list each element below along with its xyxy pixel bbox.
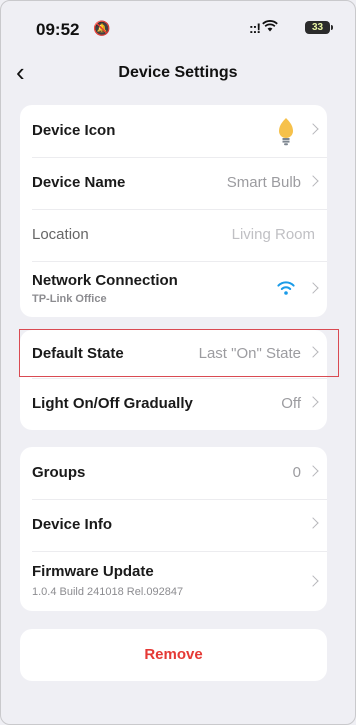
chevron-right-icon: [307, 396, 319, 408]
light-gradual-value: Off: [281, 395, 301, 412]
chevron-right-icon: [307, 575, 319, 587]
groups-value: 0: [292, 464, 301, 481]
device-info-label: Device Info: [32, 516, 113, 533]
battery-indicator: 33: [305, 21, 333, 34]
chevron-right-icon: [307, 465, 319, 477]
page-title: Device Settings: [118, 64, 238, 81]
cellular-signal-icon: ::!: [249, 20, 261, 36]
light-gradual-label: Light On/Off Gradually: [32, 395, 193, 412]
device-info-row[interactable]: Device Info: [20, 499, 327, 551]
bulb-icon: [277, 117, 295, 147]
device-info-card: Groups 0 Device Info Firmware Update 1.0…: [20, 447, 327, 611]
status-bar: 09:52 🔕 ::! 33: [1, 1, 355, 41]
device-basic-settings-card: Device Icon Device Name Smart Bulb Locat…: [20, 105, 327, 317]
navigation-header: ‹ Device Settings: [1, 57, 355, 91]
device-name-label: Device Name: [32, 174, 126, 191]
location-row: Location Living Room: [20, 209, 327, 261]
phone-screen: 09:52 🔕 ::! 33 ‹ Device Settings Device …: [0, 0, 356, 725]
chevron-right-icon: [307, 123, 319, 135]
groups-row[interactable]: Groups 0: [20, 447, 327, 499]
mute-bell-icon: 🔕: [93, 20, 111, 36]
chevron-right-icon: [307, 282, 319, 294]
firmware-update-row[interactable]: Firmware Update 1.0.4 Build 241018 Rel.0…: [20, 551, 327, 611]
status-time: 09:52: [36, 20, 80, 39]
remove-button[interactable]: Remove: [20, 629, 327, 681]
wifi-icon: [275, 279, 297, 295]
light-gradual-row[interactable]: Light On/Off Gradually Off: [20, 378, 327, 430]
network-connection-label: Network Connection: [32, 272, 178, 289]
location-label: Location: [32, 226, 89, 243]
wifi-status-icon: [262, 19, 278, 37]
device-name-row[interactable]: Device Name Smart Bulb: [20, 157, 327, 209]
location-value: Living Room: [231, 226, 315, 243]
device-icon-row[interactable]: Device Icon: [20, 105, 327, 157]
chevron-right-icon: [307, 175, 319, 187]
network-name: TP-Link Office: [32, 293, 107, 305]
device-name-value: Smart Bulb: [226, 174, 301, 191]
firmware-version: 1.0.4 Build 241018 Rel.092847: [32, 586, 184, 598]
firmware-update-label: Firmware Update: [32, 563, 154, 580]
selection-highlight: [19, 329, 339, 377]
device-icon-label: Device Icon: [32, 122, 116, 139]
chevron-right-icon: [307, 517, 319, 529]
network-connection-row[interactable]: Network Connection TP-Link Office: [20, 261, 327, 317]
remove-label: Remove: [144, 646, 203, 663]
groups-label: Groups: [32, 464, 86, 481]
